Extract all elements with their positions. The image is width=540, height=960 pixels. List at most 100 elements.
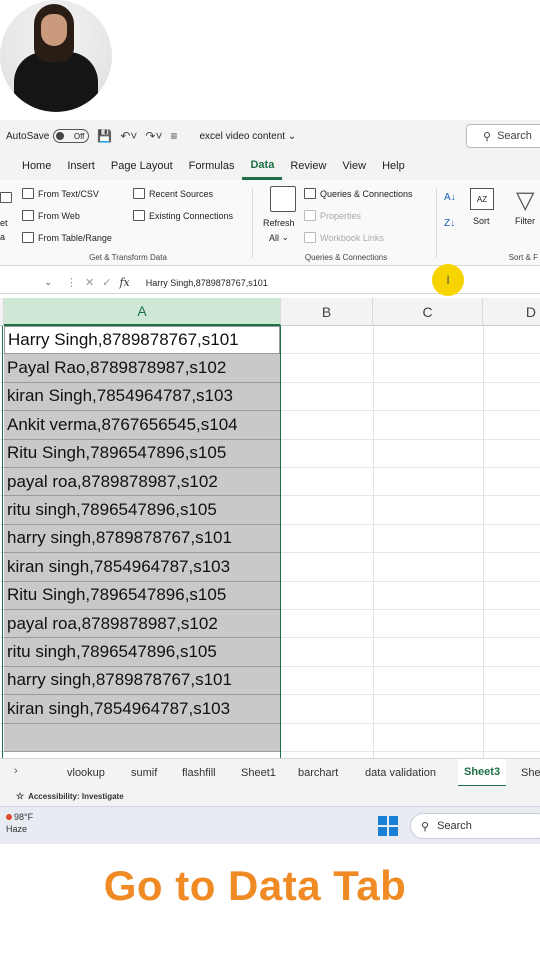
table-row: kiran singh,7854964787,s103 xyxy=(0,695,540,724)
cell-a4[interactable]: Ankit verma,8767656545,s104 xyxy=(4,411,280,440)
cell-a7[interactable]: ritu singh,7896547896,s105 xyxy=(4,496,280,525)
cell-a13[interactable]: harry singh,8789878767,s101 xyxy=(4,666,280,696)
cell-a11[interactable]: payal roa,8789878987,s102 xyxy=(4,610,280,639)
from-web-button[interactable]: From Web xyxy=(22,210,80,221)
get-data-icon xyxy=(0,192,12,203)
cell-a10[interactable]: Ritu Singh,7896547896,s105 xyxy=(4,581,280,610)
properties-button[interactable]: Properties xyxy=(304,210,361,221)
workbook-links-button[interactable]: Workbook Links xyxy=(304,232,384,243)
existing-connections-button[interactable]: Existing Connections xyxy=(133,210,233,221)
tab-home[interactable]: Home xyxy=(14,152,59,180)
recent-sources-button[interactable]: Recent Sources xyxy=(133,188,213,199)
refresh-all-icon[interactable] xyxy=(270,186,296,212)
from-table-range-button[interactable]: From Table/Range xyxy=(22,232,112,243)
cell-a2[interactable]: Payal Rao,8789878987,s102 xyxy=(4,354,280,383)
tab-view[interactable]: View xyxy=(334,152,374,180)
table-row: ritu singh,7896547896,s105 xyxy=(0,638,540,667)
tab-data[interactable]: Data xyxy=(242,152,283,180)
column-header-c[interactable]: C xyxy=(373,298,483,326)
sheet-tab-sheet3[interactable]: Sheet3 xyxy=(458,759,507,787)
table-row xyxy=(0,723,540,752)
cell-a6[interactable]: payal roa,8789878987,s102 xyxy=(4,468,280,497)
filter-icon[interactable]: ▽ xyxy=(516,186,534,215)
column-header-d[interactable]: D xyxy=(483,298,540,326)
formula-input[interactable]: Harry Singh,8789878767,s101 xyxy=(146,278,268,288)
title-search-box[interactable]: ⚲ Search xyxy=(466,124,540,148)
refresh-label[interactable]: Refresh xyxy=(263,218,295,228)
tab-formulas[interactable]: Formulas xyxy=(181,152,243,180)
table-row: harry singh,8789878767,s101 xyxy=(0,524,540,554)
tab-review[interactable]: Review xyxy=(282,152,334,180)
sort-button-label[interactable]: Sort xyxy=(473,216,490,226)
refresh-all-label[interactable]: All ⌄ xyxy=(269,232,289,243)
windows-start-icon[interactable] xyxy=(378,816,398,836)
mouse-cursor-highlight: I xyxy=(432,264,464,296)
weather-widget[interactable]: 98°F Haze xyxy=(6,811,33,835)
get-data-label-partial-2: a xyxy=(0,232,6,242)
sheet-tab-data-validation[interactable]: data validation xyxy=(365,759,436,787)
document-title[interactable]: excel video content ⌄ xyxy=(199,131,296,142)
from-text-csv-button[interactable]: From Text/CSV xyxy=(22,188,99,199)
cell-a15[interactable] xyxy=(4,723,280,752)
properties-icon xyxy=(304,210,316,221)
autosave-toggle[interactable]: Off xyxy=(53,129,90,143)
customize-qat-icon[interactable]: ≡ xyxy=(170,129,177,143)
sheet-tab-vlookup[interactable]: vlookup xyxy=(67,759,105,787)
weather-condition: Haze xyxy=(6,824,28,834)
cell-a5[interactable]: Ritu Singh,7896547896,s105 xyxy=(4,439,280,468)
undo-icon[interactable]: ↶˅ xyxy=(120,129,137,143)
search-icon: ⚲ xyxy=(483,130,492,143)
queries-icon xyxy=(304,188,316,199)
save-icon[interactable]: 💾 xyxy=(97,129,112,143)
enter-icon[interactable]: ✓ xyxy=(102,276,111,289)
tab-insert[interactable]: Insert xyxy=(59,152,103,180)
sheet-tab-sumif[interactable]: sumif xyxy=(131,759,157,787)
chevron-right-icon[interactable]: › xyxy=(14,765,18,777)
cell-a14[interactable]: kiran singh,7854964787,s103 xyxy=(4,695,280,724)
filter-button-label[interactable]: Filter xyxy=(515,216,535,226)
cell-a3[interactable]: kiran Singh,7854964787,s103 xyxy=(4,382,280,412)
ribbon-panel: et a From Text/CSV From Web From Table/R… xyxy=(0,180,540,266)
queries-group: Refresh All ⌄ Queries & Connections Prop… xyxy=(256,180,436,266)
column-header-b[interactable]: B xyxy=(281,298,373,326)
sheet-tab-partial[interactable]: She xyxy=(521,759,540,787)
sheet-tab-sheet1[interactable]: Sheet1 xyxy=(241,759,276,787)
table-row: Ritu Singh,7896547896,s105 xyxy=(0,581,540,610)
cell-a8[interactable]: harry singh,8789878767,s101 xyxy=(4,524,280,554)
cancel-icon[interactable]: ✕ xyxy=(85,276,94,289)
table-row: payal roa,8789878987,s102 xyxy=(0,610,540,639)
existing-connections-icon xyxy=(133,210,145,221)
sort-ascending-icon[interactable]: A↓ xyxy=(444,192,456,203)
queries-group-label: Queries & Connections xyxy=(304,253,388,262)
tab-page-layout[interactable]: Page Layout xyxy=(103,152,181,180)
sheet-tab-barchart[interactable]: barchart xyxy=(298,759,338,787)
from-text-csv-label: From Text/CSV xyxy=(38,188,99,199)
queries-connections-button[interactable]: Queries & Connections xyxy=(304,188,413,199)
tab-help[interactable]: Help xyxy=(374,152,413,180)
sort-icon[interactable]: AZ xyxy=(470,188,494,210)
name-box-dropdown[interactable]: ⌄ xyxy=(0,272,56,294)
from-table-range-label: From Table/Range xyxy=(38,232,112,243)
temperature-text: 98°F xyxy=(14,812,34,822)
table-row: kiran Singh,7854964787,s103 xyxy=(0,382,540,412)
redo-icon[interactable]: ↷˅ xyxy=(145,129,162,143)
table-icon xyxy=(22,232,34,243)
cell-a9[interactable]: kiran singh,7854964787,s103 xyxy=(4,553,280,582)
insert-function-icon[interactable]: fx xyxy=(119,276,129,289)
sheet-tab-bar: › vlookup sumif flashfill Sheet1 barchar… xyxy=(0,758,540,787)
cell-a1[interactable]: Harry Singh,8789878767,s101 xyxy=(4,326,280,355)
sheet-tab-flashfill[interactable]: flashfill xyxy=(182,759,216,787)
sort-descending-icon[interactable]: Z↓ xyxy=(444,218,455,229)
sort-filter-group: A↓ Z↓ AZ Sort ▽ Filter Sort & F xyxy=(440,180,540,266)
more-options-icon[interactable]: ⋮ xyxy=(66,276,77,289)
refresh-all-text: All xyxy=(269,232,280,243)
column-header-a[interactable]: A xyxy=(4,298,281,326)
status-bar: ☆ Accessibility: Investigate xyxy=(0,786,540,806)
accessibility-status[interactable]: Accessibility: Investigate xyxy=(28,792,124,801)
get-data-partial[interactable] xyxy=(0,192,16,203)
taskbar-search[interactable]: ⚲ Search xyxy=(410,813,540,839)
worksheet-grid[interactable]: Harry Singh,8789878767,s101 Payal Rao,87… xyxy=(0,326,540,758)
table-row: harry singh,8789878767,s101 xyxy=(0,666,540,696)
table-row: payal roa,8789878987,s102 xyxy=(0,468,540,497)
cell-a12[interactable]: ritu singh,7896547896,s105 xyxy=(4,638,280,667)
